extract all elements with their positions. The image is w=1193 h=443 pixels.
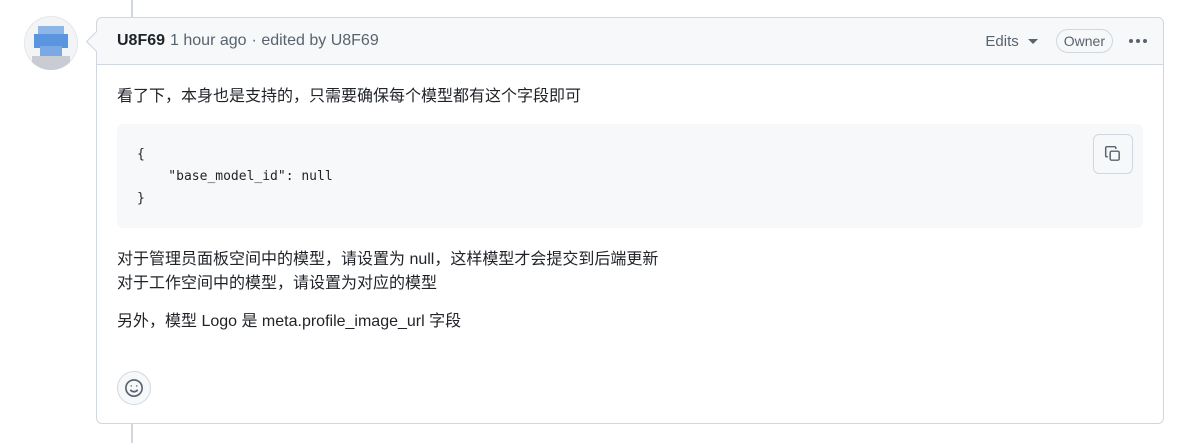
intro-paragraph: 看了下，本身也是支持的，只需要确保每个模型都有这个字段即可 <box>117 88 582 105</box>
code-block: { "base_model_id": null } <box>117 124 1143 228</box>
copy-icon <box>1104 145 1120 161</box>
comment-header: U8F69 1 hour ago · edited by U8F69 Edits… <box>97 18 1163 65</box>
author-name[interactable]: U8F69 <box>117 32 165 50</box>
copy-button[interactable] <box>1093 134 1133 174</box>
code-line-2: "base_model_id": null <box>137 169 333 184</box>
add-reaction-button[interactable] <box>117 371 151 405</box>
caret-down-icon <box>1027 38 1038 44</box>
comment-timestamp[interactable]: 1 hour ago <box>170 32 247 50</box>
edited-by-text: · edited by U8F69 <box>251 32 379 49</box>
code-line-3: } <box>137 191 145 206</box>
paragraph-admin-models: 对于管理员面板空间中的模型，请设置为 null，这样模型才会提交到后端更新 <box>117 251 659 268</box>
edits-dropdown[interactable]: Edits <box>985 32 1038 50</box>
paragraph-workspace-models: 对于工作空间中的模型，请设置为对应的模型 <box>117 275 438 292</box>
avatar[interactable] <box>24 16 78 70</box>
kebab-horizontal-icon[interactable] <box>1125 35 1151 47</box>
code-line-1: { <box>137 147 145 162</box>
paragraph-logo-field: 另外，模型 Logo 是 meta.profile_image_url 字段 <box>117 313 462 330</box>
owner-badge: Owner <box>1055 29 1113 53</box>
comment-box: U8F69 1 hour ago · edited by U8F69 Edits… <box>96 17 1164 424</box>
edits-label: Edits <box>985 32 1019 50</box>
smiley-icon <box>125 379 143 397</box>
comment-body: 看了下，本身也是支持的，只需要确保每个模型都有这个字段即可 { "base_mo… <box>97 65 1163 334</box>
